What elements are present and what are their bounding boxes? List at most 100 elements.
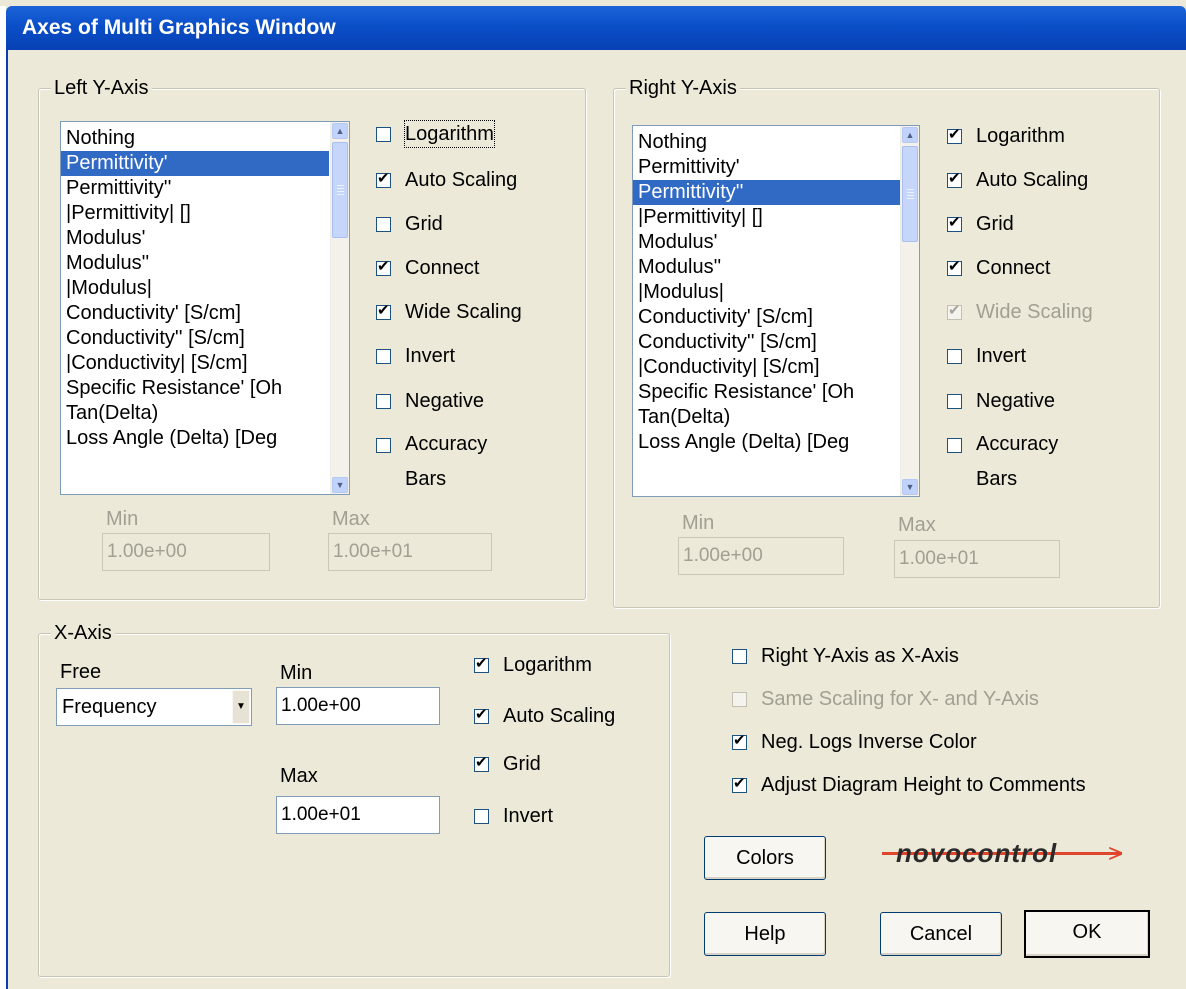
scroll-up-icon[interactable]: ▲ <box>332 123 348 139</box>
checkbox-icon[interactable] <box>474 704 489 726</box>
checkbox-icon[interactable] <box>376 349 391 364</box>
left-accuracy-bars-checkbox[interactable]: Accuracy Bars <box>376 432 487 497</box>
x-min-label: Min <box>280 662 313 684</box>
neg-logs-checkbox[interactable]: Neg. Logs Inverse Color <box>732 729 977 755</box>
left-y-axis-list-item[interactable]: Conductivity'' [S/cm] <box>61 326 329 351</box>
checkbox-icon[interactable] <box>732 730 747 752</box>
checkbox-icon[interactable] <box>947 168 962 190</box>
checkbox-icon[interactable] <box>947 300 962 322</box>
right-grid-checkbox[interactable]: Grid <box>947 211 1014 237</box>
right-y-axis-list-item[interactable]: Conductivity' [S/cm] <box>633 305 901 330</box>
left-y-axis-list-item[interactable]: Nothing <box>61 126 329 151</box>
left-y-axis-list-item[interactable]: |Permittivity| [] <box>61 201 329 226</box>
right-max-field[interactable]: 1.00e+01 <box>894 540 1060 578</box>
left-y-axis-list-item[interactable]: Conductivity' [S/cm] <box>61 301 329 326</box>
checkbox-icon[interactable] <box>732 773 747 795</box>
same-scaling-checkbox[interactable]: Same Scaling for X- and Y-Axis <box>732 686 1039 712</box>
right-min-field[interactable]: 1.00e+00 <box>678 537 844 575</box>
left-y-axis-list-item[interactable]: Modulus'' <box>61 251 329 276</box>
checkbox-icon[interactable] <box>947 124 962 146</box>
left-list-scrollbar[interactable]: ▲ ▼ <box>330 122 349 494</box>
right-auto-scaling-checkbox[interactable]: Auto Scaling <box>947 167 1088 193</box>
scroll-down-icon[interactable]: ▼ <box>902 479 918 495</box>
checkbox-icon[interactable] <box>376 127 391 142</box>
left-y-axis-list-item[interactable]: Tan(Delta) <box>61 401 329 426</box>
left-wide-scaling-checkbox[interactable]: Wide Scaling <box>376 299 522 325</box>
right-accuracy-bars-checkbox[interactable]: Accuracy Bars <box>947 432 1058 497</box>
free-axis-select[interactable]: Frequency ▼ <box>56 688 252 726</box>
title-bar[interactable]: Axes of Multi Graphics Window <box>6 6 1186 50</box>
right-y-axis-list-item[interactable]: Modulus'' <box>633 255 901 280</box>
checkbox-icon[interactable] <box>376 217 391 232</box>
checkbox-icon[interactable] <box>376 256 391 278</box>
right-negative-checkbox[interactable]: Negative <box>947 388 1055 414</box>
x-logarithm-checkbox[interactable]: Logarithm <box>474 652 592 678</box>
right-y-as-x-checkbox[interactable]: Right Y-Axis as X-Axis <box>732 643 959 669</box>
right-y-axis-list-item[interactable]: |Permittivity| [] <box>633 205 901 230</box>
left-y-axis-list-item[interactable]: |Conductivity| [S/cm] <box>61 351 329 376</box>
checkbox-icon[interactable] <box>947 438 962 453</box>
checkbox-icon[interactable] <box>376 394 391 409</box>
x-invert-checkbox[interactable]: Invert <box>474 803 553 829</box>
checkbox-icon[interactable] <box>474 653 489 675</box>
checkbox-icon[interactable] <box>732 692 747 707</box>
left-auto-scaling-checkbox[interactable]: Auto Scaling <box>376 167 517 193</box>
right-y-axis-list-item[interactable]: Conductivity'' [S/cm] <box>633 330 901 355</box>
colors-button[interactable]: Colors <box>704 836 826 880</box>
left-max-field[interactable]: 1.00e+01 <box>328 533 492 571</box>
checkbox-icon[interactable] <box>947 212 962 234</box>
checkbox-icon[interactable] <box>732 649 747 664</box>
right-y-axis-list-item[interactable]: Permittivity' <box>633 155 901 180</box>
left-y-axis-list-item[interactable]: Permittivity'' <box>61 176 329 201</box>
checkbox-icon[interactable] <box>474 809 489 824</box>
left-y-axis-list-item[interactable]: Loss Angle (Delta) [Deg <box>61 426 329 451</box>
left-min-field[interactable]: 1.00e+00 <box>102 533 270 571</box>
right-y-axis-list-item[interactable]: Modulus' <box>633 230 901 255</box>
right-y-axis-list-item[interactable]: Specific Resistance' [Oh <box>633 380 901 405</box>
left-y-axis-list-item[interactable]: Specific Resistance' [Oh <box>61 376 329 401</box>
right-invert-checkbox[interactable]: Invert <box>947 343 1026 369</box>
x-auto-scaling-checkbox[interactable]: Auto Scaling <box>474 703 615 729</box>
right-y-axis-list-item[interactable]: |Conductivity| [S/cm] <box>633 355 901 380</box>
scroll-thumb[interactable] <box>332 142 348 238</box>
left-negative-checkbox[interactable]: Negative <box>376 388 484 414</box>
left-connect-checkbox[interactable]: Connect <box>376 255 480 281</box>
cancel-button[interactable]: Cancel <box>880 912 1002 956</box>
right-connect-checkbox[interactable]: Connect <box>947 255 1051 281</box>
ok-button[interactable]: OK <box>1024 910 1150 958</box>
scroll-down-icon[interactable]: ▼ <box>332 477 348 493</box>
scroll-up-icon[interactable]: ▲ <box>902 127 918 143</box>
scroll-thumb[interactable] <box>902 146 918 242</box>
checkbox-icon[interactable] <box>376 438 391 453</box>
left-invert-checkbox[interactable]: Invert <box>376 343 455 369</box>
right-list-scrollbar[interactable]: ▲ ▼ <box>900 126 919 496</box>
right-wide-scaling-checkbox[interactable]: Wide Scaling <box>947 299 1093 325</box>
right-y-axis-list[interactable]: Nothing Permittivity' Permittivity'' |Permi… <box>632 125 920 497</box>
checkbox-icon[interactable] <box>376 168 391 190</box>
checkbox-icon[interactable] <box>947 256 962 278</box>
free-axis-value: Frequency <box>62 696 157 718</box>
right-y-axis-list-item[interactable]: Permittivity'' <box>633 180 901 205</box>
chevron-down-icon[interactable]: ▼ <box>232 690 250 724</box>
right-y-axis-list-item[interactable]: Tan(Delta) <box>633 405 901 430</box>
right-y-axis-list-item[interactable]: |Modulus| <box>633 280 901 305</box>
adjust-height-checkbox[interactable]: Adjust Diagram Height to Comments <box>732 772 1086 798</box>
x-grid-checkbox[interactable]: Grid <box>474 751 541 777</box>
left-y-axis-list-item[interactable]: Modulus' <box>61 226 329 251</box>
right-logarithm-checkbox[interactable]: Logarithm <box>947 123 1065 149</box>
left-y-axis-list-item[interactable]: Permittivity' <box>61 151 329 176</box>
left-y-axis-list-item[interactable]: |Modulus| <box>61 276 329 301</box>
left-y-axis-list[interactable]: Nothing Permittivity' Permittivity'' |Permi… <box>60 121 350 495</box>
help-button[interactable]: Help <box>704 912 826 956</box>
left-logarithm-checkbox[interactable]: Logarithm <box>376 120 495 148</box>
checkbox-icon[interactable] <box>947 349 962 364</box>
checkbox-icon[interactable] <box>474 752 489 774</box>
checkbox-icon[interactable] <box>947 394 962 409</box>
left-grid-checkbox[interactable]: Grid <box>376 211 443 237</box>
x-max-field[interactable]: 1.00e+01 <box>276 796 440 834</box>
x-min-field[interactable]: 1.00e+00 <box>276 687 440 725</box>
right-y-axis-list-item[interactable]: Nothing <box>633 130 901 155</box>
checkbox-icon[interactable] <box>376 300 391 322</box>
x-axis-title: X-Axis <box>51 621 115 645</box>
right-y-axis-list-item[interactable]: Loss Angle (Delta) [Deg <box>633 430 901 455</box>
